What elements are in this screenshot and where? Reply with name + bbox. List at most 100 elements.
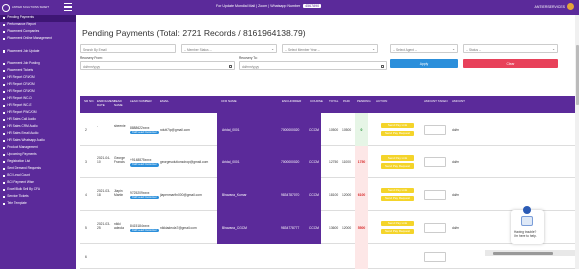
row-date-input[interactable]: dd/m xyxy=(452,160,459,164)
calendar-icon[interactable] xyxy=(228,64,232,68)
sidebar-item[interactable]: Service Tickets xyxy=(0,194,76,201)
sidebar-item-label: Placement Job Posting xyxy=(7,61,40,66)
scrollbar-thumb[interactable] xyxy=(575,45,579,105)
sidebar-item[interactable]: Placement Job Update xyxy=(0,49,76,62)
bullet-icon xyxy=(3,69,6,73)
column-header[interactable]: LEAD NAME xyxy=(114,99,129,107)
user-menu[interactable]: ANTIERSERVICES xyxy=(535,3,574,10)
sidebar-item[interactable]: HR Report CRI/OM xyxy=(0,75,76,82)
sidebar-item[interactable]: HR Report CRI/OM xyxy=(0,82,76,89)
sidebar-item[interactable]: HR Sales Email Audio xyxy=(0,131,76,138)
sidebar-item[interactable]: HR Sales Call Audio xyxy=(0,117,76,124)
sidebar-item[interactable]: Performance Report xyxy=(0,22,76,29)
sidebar-item[interactable]: Registration List xyxy=(0,159,76,166)
lead-name: George Francis xyxy=(114,156,125,164)
sidebar-item[interactable]: HR Report PWC/OM xyxy=(0,110,76,117)
chat-widget[interactable]: Having trouble? I'm here to help. xyxy=(511,206,544,244)
send-pay-request-button[interactable]: Send Pay Request xyxy=(381,228,414,234)
row-date-input[interactable]: dd/m xyxy=(452,226,459,230)
sidebar-item[interactable]: HR Sales Whatsapp Audio xyxy=(0,138,76,145)
recovery-from-input[interactable]: dd/mm/yyyy xyxy=(80,61,235,70)
logo[interactable]: ANTIER SOLUTIONS SMART xyxy=(2,1,54,14)
column-header[interactable]: TOTAL xyxy=(329,99,342,104)
chat-close-icon[interactable] xyxy=(523,206,531,214)
column-header[interactable]: AMOUNT TAKEN xyxy=(424,99,451,104)
send-pay-link-button[interactable]: Send Pay Link xyxy=(381,155,414,161)
scrollbar-thumb[interactable] xyxy=(493,251,553,255)
amount-taken-input[interactable] xyxy=(424,157,446,167)
table-row: 0 2 - sbeenie 8888622xxxx Call Lead Customer x… xyxy=(80,113,579,146)
clear-button[interactable]: Clear xyxy=(463,59,558,68)
email: georgesolutionsdrop@gmail.com xyxy=(160,160,209,164)
column-header[interactable]: COURSE xyxy=(310,99,328,104)
email: nikkiadeola7@gmail.com xyxy=(160,225,197,230)
send-pay-request-button[interactable]: Send Pay Request xyxy=(381,130,414,136)
amount-taken-input[interactable] xyxy=(424,189,446,200)
member-year-select[interactable]: -- Select Member Year -- ⌄ xyxy=(282,44,378,53)
column-header[interactable]: LEAD NUMBER xyxy=(130,99,159,104)
bullet-icon xyxy=(3,132,6,136)
send-pay-link-button[interactable]: Send Pay Link xyxy=(381,220,414,226)
total: 18100 xyxy=(329,192,339,197)
sidebar-item[interactable]: Product Management xyxy=(0,145,76,152)
lead-number-text: 9725209xxxx xyxy=(130,190,150,195)
call-lead-button[interactable]: Call Lead Customer xyxy=(130,130,159,134)
recovery-to-input[interactable]: dd/mm/yyyy xyxy=(239,61,387,70)
sidebar-item[interactable]: Placement Tickets xyxy=(0,68,76,75)
horizontal-scrollbar[interactable] xyxy=(485,250,579,256)
status-select[interactable]: -- Status -- ⌄ xyxy=(463,44,558,53)
sidebar-item-label: Tele Template xyxy=(7,201,27,206)
menu-toggle-icon[interactable] xyxy=(64,3,72,11)
column-header[interactable]: PENDING xyxy=(357,99,375,104)
column-header[interactable]: ENCHORDER xyxy=(282,99,309,104)
enchorder: 7000000020 xyxy=(281,127,300,132)
sidebar-item[interactable]: Placement Online Management xyxy=(0,36,76,49)
call-lead-button[interactable]: Call Lead Customer xyxy=(130,228,159,232)
agent-select[interactable]: -- Select Agent -- ⌄ xyxy=(390,44,458,53)
column-header[interactable]: PAID xyxy=(343,99,356,104)
sidebar-item[interactable]: BCI Payment Wise xyxy=(0,180,76,187)
sidebar-item-label: Performance Report xyxy=(7,22,36,27)
bullet-icon xyxy=(3,125,6,129)
column-header[interactable]: SR NO. xyxy=(84,99,96,104)
column-header[interactable]: CFR NAME xyxy=(221,99,281,104)
column-header[interactable]: ENROLMENT DATE xyxy=(97,99,116,107)
bullet-icon xyxy=(3,83,6,87)
call-lead-button[interactable]: Call Lead Customer xyxy=(130,162,159,167)
vertical-scrollbar[interactable] xyxy=(575,15,579,269)
sidebar-item[interactable]: Placement Companies xyxy=(0,29,76,36)
sidebar-item[interactable]: Placement Job Posting xyxy=(0,61,76,68)
send-pay-link-button[interactable]: Send Pay Link xyxy=(381,122,414,128)
send-pay-request-button[interactable]: Send Pay Request xyxy=(381,195,414,201)
sidebar-item[interactable]: BCI Lead Count xyxy=(0,173,76,180)
main-content: Pending Payments (Total: 2721 Records / … xyxy=(76,15,579,269)
column-header[interactable]: EMAIL xyxy=(160,99,220,104)
send-pay-link-button[interactable]: Send Pay Link xyxy=(381,187,414,193)
member-status-select[interactable]: -- Member Status -- ⌄ xyxy=(181,44,277,53)
cfr-name: Aridal_0001 xyxy=(222,127,240,132)
sidebar-item[interactable]: Upcoming Payments xyxy=(0,152,76,159)
column-header[interactable]: ACTION xyxy=(376,99,423,104)
row-date-input[interactable]: dd/m xyxy=(452,193,459,197)
search-input[interactable]: Search By Email xyxy=(80,44,176,53)
update-notice: For Update Mondial Mail | Zoom | Whatsap… xyxy=(216,4,322,8)
call-lead-button[interactable]: Call Lead Customer xyxy=(130,195,159,199)
column-header[interactable]: AMOUNT xyxy=(452,99,478,104)
calendar-icon[interactable] xyxy=(380,64,384,68)
sidebar-item[interactable]: HR Report CRI/OM xyxy=(0,89,76,96)
lead-name: nikki adeola xyxy=(114,221,124,230)
sidebar-item[interactable]: HR Report WC-D xyxy=(0,96,76,103)
sidebar-item-label: Registration List xyxy=(7,159,31,164)
row-date-input[interactable]: dd/m xyxy=(452,128,459,132)
amount-taken-input[interactable] xyxy=(424,251,446,262)
apply-button[interactable]: Apply xyxy=(390,59,458,68)
sidebar-item[interactable]: HR Sales CRM Audio xyxy=(0,124,76,131)
sidebar-item[interactable]: Excel/Bulk Sell By CFA xyxy=(0,187,76,194)
sidebar-item[interactable]: Pending Payments xyxy=(0,15,76,22)
sidebar-item[interactable]: Tele Template xyxy=(0,201,76,208)
sidebar-item[interactable]: Sent Demand Requests xyxy=(0,166,76,173)
sidebar-item[interactable]: HR Report WC-E xyxy=(0,103,76,110)
amount-taken-input[interactable] xyxy=(424,222,446,233)
send-pay-request-button[interactable]: Send Pay Request xyxy=(381,163,414,169)
amount-taken-input[interactable] xyxy=(424,124,446,135)
